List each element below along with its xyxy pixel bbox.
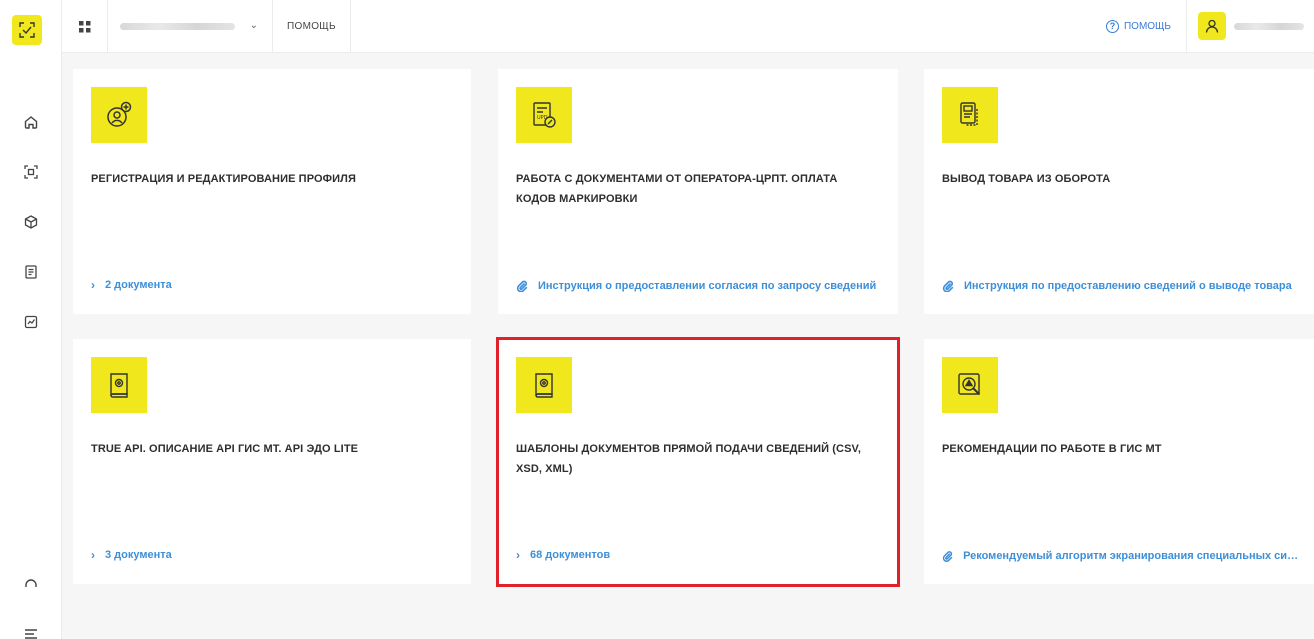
card-documents-link[interactable]: › 68 документов: [516, 548, 884, 562]
card-link-label: 3 документа: [105, 549, 172, 561]
book-gear-icon: [91, 357, 147, 413]
paperclip-icon: [942, 280, 954, 292]
user-avatar[interactable]: [1198, 12, 1226, 40]
book-gear-icon: [516, 357, 572, 413]
help-link[interactable]: ПОМОЩЬ: [273, 0, 351, 53]
card-link-label: 2 документа: [105, 279, 172, 291]
paperclip-icon: [516, 280, 528, 292]
menu-icon[interactable]: [21, 624, 41, 639]
user-add-icon: [91, 87, 147, 143]
card-operator-documents[interactable]: UPD РАБОТА С ДОКУМЕНТАМИ ОТ ОПЕРАТОРА-ЦР…: [498, 69, 898, 314]
card-title: РЕГИСТРАЦИЯ И РЕДАКТИРОВАНИЕ ПРОФИЛЯ: [91, 173, 356, 185]
chevron-right-icon: ›: [91, 278, 95, 292]
top-header: ⌄ ПОМОЩЬ ? ПОМОЩЬ: [62, 0, 1314, 53]
card-instruction-link[interactable]: Инструкция по предоставлению сведений о …: [942, 280, 1300, 292]
card-link-label: Инструкция по предоставлению сведений о …: [964, 280, 1292, 292]
help-button-label: ПОМОЩЬ: [1123, 21, 1171, 32]
help-button[interactable]: ? ПОМОЩЬ: [1091, 0, 1187, 53]
chevron-right-icon: ›: [91, 548, 95, 562]
card-link-label: Рекомендуемый алгоритм экранирования спе…: [963, 550, 1300, 562]
scan-code-icon[interactable]: [21, 162, 41, 182]
home-icon[interactable]: [21, 112, 41, 132]
help-circle-icon: ?: [1105, 20, 1119, 33]
card-title: РАБОТА С ДОКУМЕНТАМИ ОТ ОПЕРАТОРА-ЦРПТ. …: [516, 173, 838, 205]
card-instruction-link[interactable]: Рекомендуемый алгоритм экранирования спе…: [942, 550, 1300, 562]
chevron-down-icon: ⌄: [249, 20, 258, 31]
card-link-label: Инструкция о предоставлении согласия по …: [538, 280, 877, 292]
apps-grid-button[interactable]: [62, 0, 108, 53]
receipt-document-icon: [942, 87, 998, 143]
card-documents-link[interactable]: › 2 документа: [91, 278, 457, 292]
card-title: ШАБЛОНЫ ДОКУМЕНТОВ ПРЯМОЙ ПОДАЧИ СВЕДЕНИ…: [516, 443, 862, 475]
card-title: TRUE API. ОПИСАНИЕ API ГИС МТ. API ЭДО L…: [91, 443, 359, 455]
card-instruction-link[interactable]: Инструкция о предоставлении согласия по …: [516, 280, 884, 292]
chevron-right-icon: ›: [516, 548, 520, 562]
card-recommendations[interactable]: РЕКОМЕНДАЦИИ ПО РАБОТЕ В ГИС МТ Рекоменд…: [924, 339, 1314, 584]
support-icon[interactable]: [21, 574, 41, 594]
card-true-api[interactable]: TRUE API. ОПИСАНИЕ API ГИС МТ. API ЭДО L…: [73, 339, 471, 584]
box-icon[interactable]: [21, 212, 41, 232]
card-title: ВЫВОД ТОВАРА ИЗ ОБОРОТА: [942, 173, 1111, 185]
card-goods-withdrawal[interactable]: ВЫВОД ТОВАРА ИЗ ОБОРОТА Инструкция по пр…: [924, 69, 1314, 314]
user-icon: [1205, 19, 1219, 33]
card-profile-registration[interactable]: РЕГИСТРАЦИЯ И РЕДАКТИРОВАНИЕ ПРОФИЛЯ › 2…: [73, 69, 471, 314]
analytics-icon[interactable]: [21, 312, 41, 332]
logo-icon[interactable]: [12, 15, 42, 45]
warning-search-icon: [942, 357, 998, 413]
document-icon[interactable]: [21, 262, 41, 282]
paperclip-icon: [942, 551, 953, 562]
card-document-templates[interactable]: ШАБЛОНЫ ДОКУМЕНТОВ ПРЯМОЙ ПОДАЧИ СВЕДЕНИ…: [498, 339, 898, 584]
upd-document-icon: UPD: [516, 87, 572, 143]
grid-icon: [78, 20, 90, 32]
card-link-label: 68 документов: [530, 549, 611, 561]
organization-name-blurred: [120, 23, 235, 30]
card-title: РЕКОМЕНДАЦИИ ПО РАБОТЕ В ГИС МТ: [942, 443, 1162, 455]
sidebar: [0, 0, 62, 639]
card-documents-link[interactable]: › 3 документа: [91, 548, 457, 562]
organization-select[interactable]: ⌄: [108, 0, 273, 53]
user-name-blurred[interactable]: [1234, 23, 1304, 30]
